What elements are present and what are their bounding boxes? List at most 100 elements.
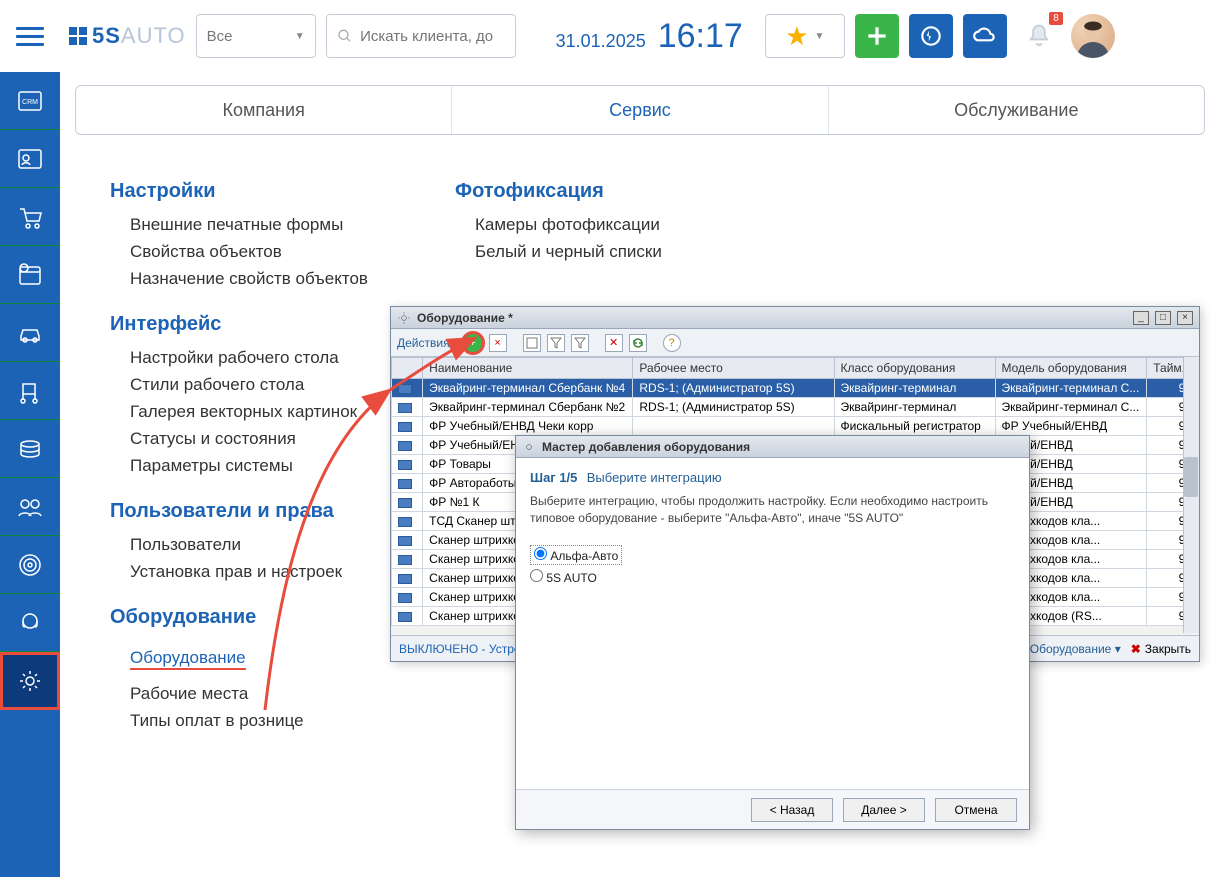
sidebar-item-crm[interactable]: CRM	[0, 72, 60, 130]
window-titlebar[interactable]: Оборудование * _ □ ×	[391, 307, 1199, 329]
link-workplaces[interactable]: Рабочие места	[130, 684, 368, 704]
cloud-icon	[972, 23, 998, 49]
sidebar-item-users[interactable]	[0, 478, 60, 536]
sidebar-item-target[interactable]	[0, 536, 60, 594]
table-row[interactable]: Эквайринг-терминал Сбербанк №4RDS-1; (Ад…	[392, 379, 1199, 398]
link-statuses[interactable]: Статусы и состояния	[130, 429, 368, 449]
sidebar-item-car[interactable]	[0, 304, 60, 362]
add-record-button[interactable]: +	[463, 333, 483, 353]
plus-icon	[864, 23, 890, 49]
help-button[interactable]	[963, 14, 1007, 58]
table-row[interactable]: ФР Учебный/ЕНВД Чеки коррФискальный реги…	[392, 417, 1199, 436]
col-model[interactable]: Модель оборудования	[995, 358, 1147, 379]
link-payment-types[interactable]: Типы оплат в рознице	[130, 711, 368, 731]
chevron-down-icon: ▼	[815, 31, 825, 42]
toolbar-help[interactable]: ?	[663, 334, 681, 352]
window-toolbar: Действия + × ✕ ?	[391, 329, 1199, 357]
grid-scroll-thumb[interactable]	[1184, 457, 1198, 497]
link-desktop-styles[interactable]: Стили рабочего стола	[130, 375, 368, 395]
notification-badge: 8	[1049, 12, 1063, 25]
toolbar-refresh[interactable]	[629, 334, 647, 352]
star-icon: ★	[785, 21, 808, 52]
sidebar-item-contacts[interactable]	[0, 130, 60, 188]
section-users: Пользователи и права	[110, 500, 368, 523]
svg-text:CRM: CRM	[22, 99, 38, 106]
sidebar-item-calendar[interactable]	[0, 246, 60, 304]
search-input[interactable]	[360, 28, 505, 45]
notifications-button[interactable]: 8	[1017, 14, 1061, 58]
brand-text-1: 5S	[92, 23, 121, 49]
sidebar-item-cart[interactable]	[0, 188, 60, 246]
grid-scrollbar[interactable]	[1183, 357, 1199, 633]
link-system-params[interactable]: Параметры системы	[130, 456, 368, 476]
col-class[interactable]: Класс оборудования	[834, 358, 995, 379]
link-print-forms[interactable]: Внешние печатные формы	[130, 215, 368, 235]
status-text: ВЫКЛЮЧЕНО - Устрой	[399, 642, 527, 656]
footer-close-button[interactable]: ✖ Закрыть	[1131, 642, 1191, 656]
tab-maintenance[interactable]: Обслуживание	[829, 86, 1204, 134]
toolbar-btn-1[interactable]	[523, 334, 541, 352]
wizard-dialog: Мастер добавления оборудования Шаг 1/5 В…	[515, 435, 1030, 830]
wizard-titlebar[interactable]: Мастер добавления оборудования	[516, 436, 1029, 458]
left-sidebar: CRM	[0, 72, 60, 877]
filter-select-value: Все	[207, 28, 233, 45]
link-blackwhite[interactable]: Белый и черный списки	[475, 242, 662, 262]
add-button[interactable]	[855, 14, 899, 58]
bell-icon	[1025, 22, 1053, 50]
close-button[interactable]: ×	[1177, 311, 1193, 325]
maximize-button[interactable]: □	[1155, 311, 1171, 325]
link-assign-props[interactable]: Назначение свойств объектов	[130, 269, 368, 289]
user-avatar[interactable]	[1071, 14, 1115, 58]
chevron-down-icon: ▼	[295, 31, 305, 42]
time-text: 16:17	[658, 17, 743, 56]
sidebar-item-settings[interactable]	[0, 652, 60, 710]
brand-icon	[68, 26, 88, 46]
col-place[interactable]: Рабочее место	[633, 358, 834, 379]
delete-record-button[interactable]: ×	[489, 334, 507, 352]
toolbar-btn-3[interactable]	[571, 334, 589, 352]
wizard-subtitle: Выберите интеграцию	[587, 470, 722, 485]
radio-5s-auto[interactable]: 5S AUTO	[530, 569, 1015, 585]
sidebar-item-support[interactable]	[0, 594, 60, 652]
date-text: 31.01.2025	[556, 31, 646, 52]
tab-company[interactable]: Компания	[76, 86, 452, 134]
section-equipment: Оборудование	[110, 606, 368, 629]
table-row[interactable]: Эквайринг-терминал Сбербанк №2RDS-1; (Ад…	[392, 398, 1199, 417]
toolbar-filter-clear[interactable]: ✕	[605, 334, 623, 352]
search-icon	[337, 27, 352, 45]
wizard-next-button[interactable]: Далее >	[843, 798, 925, 822]
favorites-button[interactable]: ★ ▼	[765, 14, 845, 58]
section-interface: Интерфейс	[110, 313, 368, 336]
sidebar-item-finance[interactable]	[0, 420, 60, 478]
sidebar-item-delivery[interactable]	[0, 362, 60, 420]
actions-menu[interactable]: Действия	[397, 336, 457, 350]
footer-equipment-link[interactable]: Оборудование ▾	[1030, 642, 1121, 656]
gear-icon	[397, 311, 411, 325]
wizard-cancel-button[interactable]: Отмена	[935, 798, 1017, 822]
tab-service[interactable]: Сервис	[452, 86, 828, 134]
link-cameras[interactable]: Камеры фотофиксации	[475, 215, 662, 235]
radio-alfa-auto[interactable]: Альфа-Авто	[530, 545, 1015, 565]
search-box[interactable]	[326, 14, 516, 58]
link-equipment[interactable]: Оборудование	[130, 648, 246, 670]
content-col2: Фотофиксация Камеры фотофиксации Белый и…	[455, 180, 662, 269]
content-col1: Настройки Внешние печатные формы Свойств…	[110, 180, 368, 738]
wizard-back-button[interactable]: < Назад	[751, 798, 833, 822]
section-settings: Настройки	[110, 180, 368, 203]
brand-text-2: AUTO	[121, 23, 186, 49]
wizard-step: Шаг 1/5	[530, 470, 577, 485]
minimize-button[interactable]: _	[1133, 311, 1149, 325]
settings-quick-button[interactable]	[909, 14, 953, 58]
link-permissions[interactable]: Установка прав и настроек	[130, 562, 368, 582]
link-users[interactable]: Пользователи	[130, 535, 368, 555]
col-icon[interactable]	[392, 358, 423, 379]
hamburger-menu[interactable]	[10, 16, 50, 56]
col-name[interactable]: Наименование	[423, 358, 633, 379]
link-vector-gallery[interactable]: Галерея векторных картинок	[130, 402, 368, 422]
link-object-props[interactable]: Свойства объектов	[130, 242, 368, 262]
window-title-text: Оборудование *	[417, 311, 513, 325]
filter-select[interactable]: Все ▼	[196, 14, 316, 58]
link-desktop-settings[interactable]: Настройки рабочего стола	[130, 348, 368, 368]
avatar-icon	[1071, 14, 1115, 58]
toolbar-btn-2[interactable]	[547, 334, 565, 352]
